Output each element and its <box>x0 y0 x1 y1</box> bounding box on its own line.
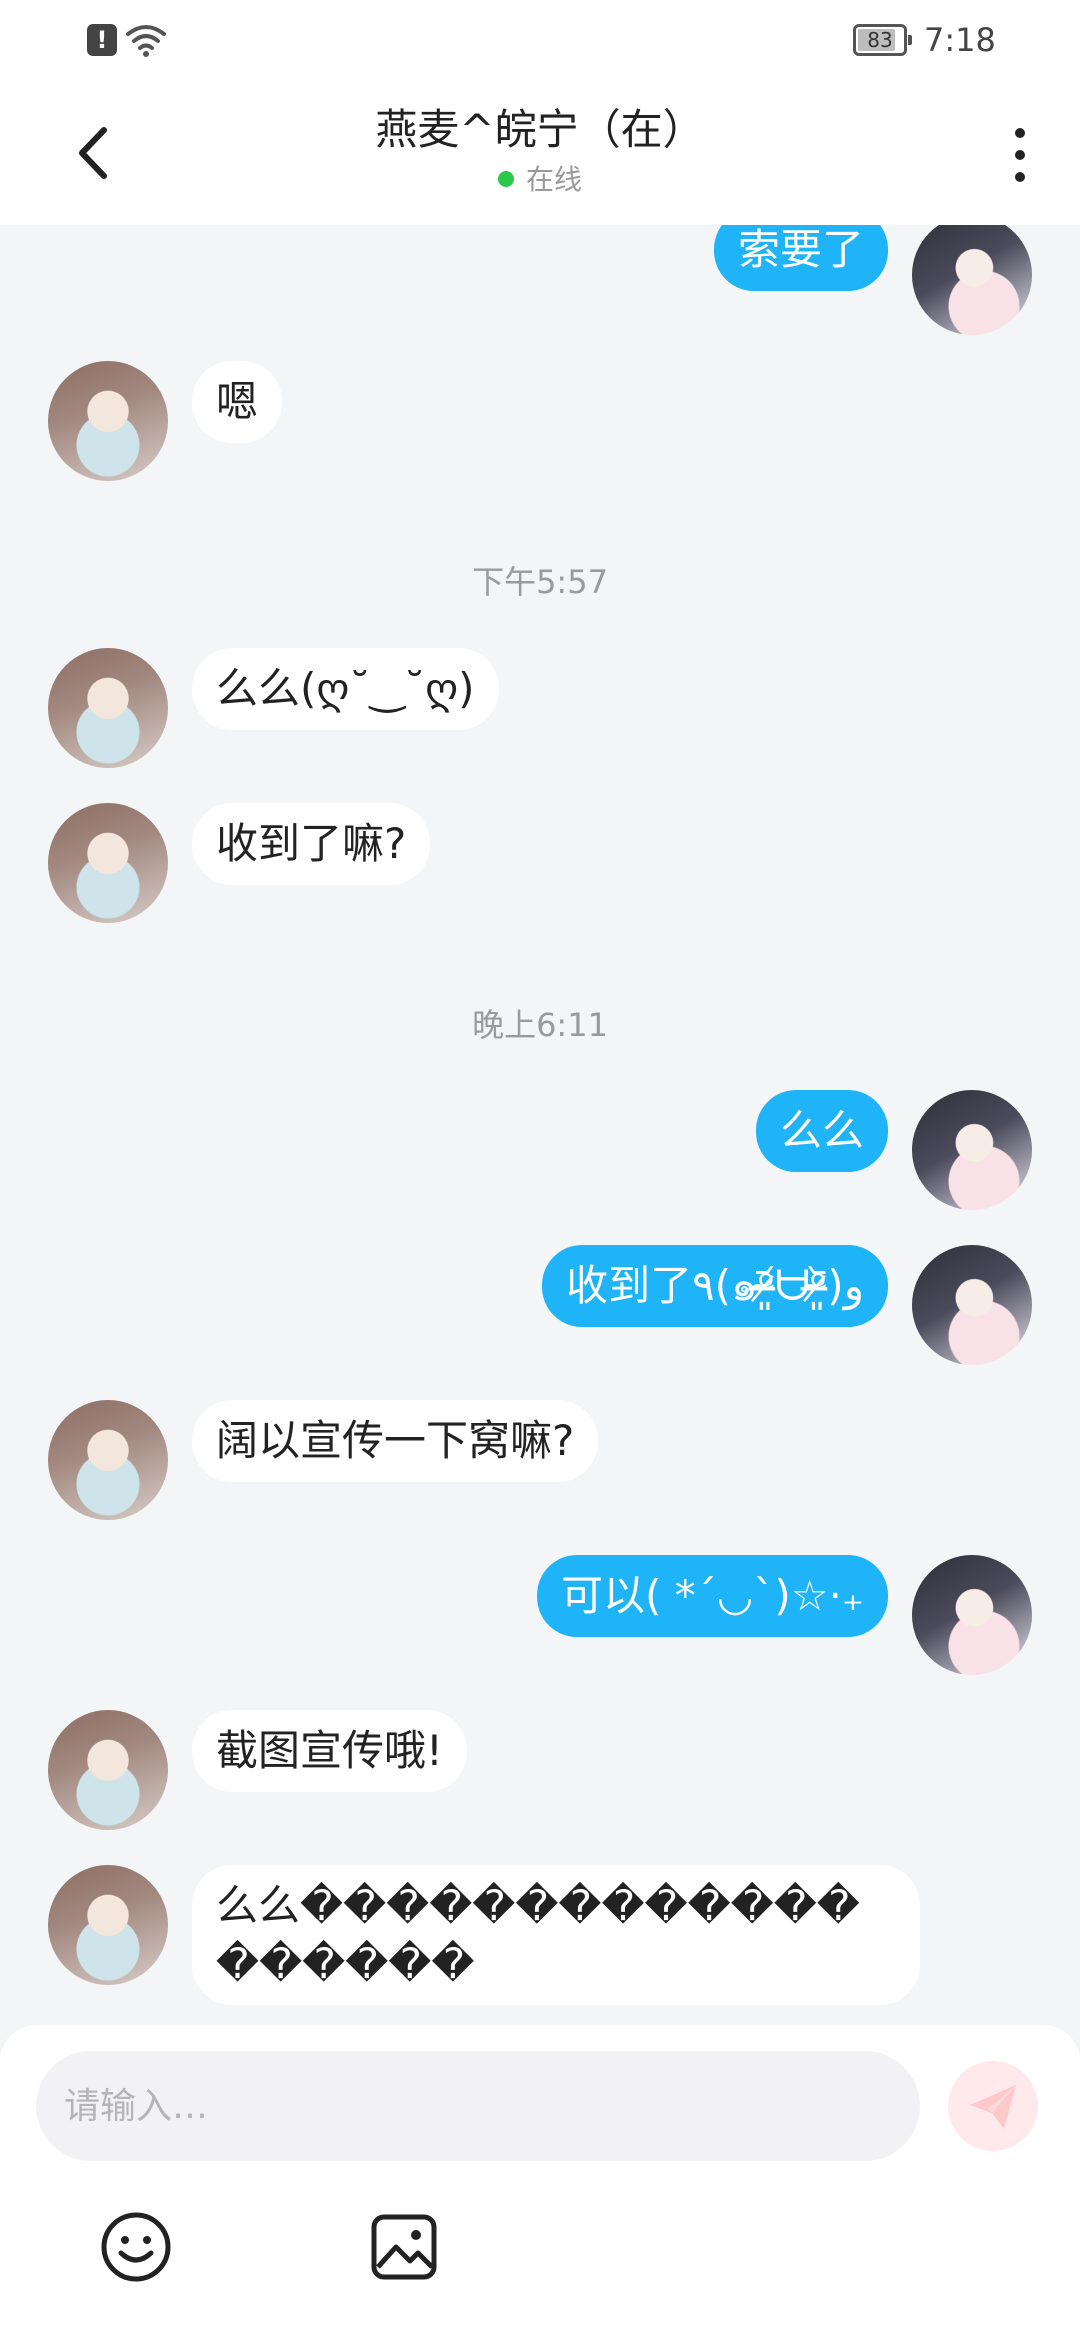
friend-avatar[interactable] <box>48 1400 168 1520</box>
message-input[interactable] <box>36 2051 920 2161</box>
wifi-icon <box>126 25 166 57</box>
friend-avatar[interactable] <box>48 1710 168 1830</box>
message-bubble-friend[interactable]: 收到了嘛? <box>192 803 431 885</box>
send-icon <box>970 2085 1016 2129</box>
composer <box>0 2025 1080 2340</box>
message-bubble-self[interactable]: 收到了٩(๑ᵒ̴̶̷͈᷄ᗨᵒ̴̶̷͈᷅)و <box>542 1245 888 1327</box>
contact-name: 燕麦^皖宁（在） <box>375 105 705 154</box>
more-vertical-icon[interactable] <box>960 110 1080 200</box>
friend-avatar[interactable] <box>48 803 168 923</box>
message-bubble-self[interactable]: 么么 <box>755 1090 888 1172</box>
send-button[interactable] <box>948 2061 1038 2151</box>
chat-header: 燕麦^皖宁（在） 在线 <box>0 80 1080 225</box>
online-status: 在线 <box>0 160 1080 200</box>
status-bar: ! 83 7:18 <box>0 0 1080 80</box>
self-avatar[interactable] <box>912 1555 1032 1675</box>
self-avatar[interactable] <box>912 1090 1032 1210</box>
message-bubble-friend[interactable]: 截图宣传哦! <box>192 1710 467 1792</box>
message-bubble-self[interactable]: 索要了 <box>713 225 888 291</box>
message-timestamp: 晚上6:11 <box>472 1006 608 1044</box>
online-indicator-icon <box>497 171 514 187</box>
friend-avatar[interactable] <box>48 1865 168 1985</box>
battery-icon: 83 <box>853 24 912 56</box>
chat-screen: ! 83 7:18 燕麦^皖宁（在） 在线 索要了 嗯 下午5:57 么么(ღ˘… <box>0 0 1080 2340</box>
message-bubble-friend[interactable]: 阔以宣传一下窝嘛? <box>192 1400 599 1482</box>
friend-avatar[interactable] <box>48 648 168 768</box>
friend-avatar[interactable] <box>48 361 168 481</box>
message-bubble-friend[interactable]: 么么(ღ˘‿˘ღ) <box>192 648 499 730</box>
online-status-text: 在线 <box>525 163 582 196</box>
image-icon[interactable] <box>364 2207 444 2287</box>
message-bubble-friend[interactable]: 么么������������������� <box>192 1865 920 2005</box>
message-list[interactable]: 索要了 嗯 下午5:57 么么(ღ˘‿˘ღ) 收到了嘛? 晚上6:11 么么 收… <box>0 225 1080 2025</box>
battery-percentage: 83 <box>867 28 893 52</box>
self-avatar[interactable] <box>912 1245 1032 1365</box>
status-time: 7:18 <box>924 21 996 59</box>
message-timestamp: 下午5:57 <box>472 563 608 601</box>
message-bubble-friend[interactable]: 嗯 <box>192 361 283 443</box>
message-bubble-self[interactable]: 可以( *´◡`)☆·₊ <box>537 1555 888 1637</box>
self-avatar[interactable] <box>912 225 1032 335</box>
emoji-icon[interactable] <box>96 2207 176 2287</box>
alert-icon: ! <box>87 24 117 56</box>
